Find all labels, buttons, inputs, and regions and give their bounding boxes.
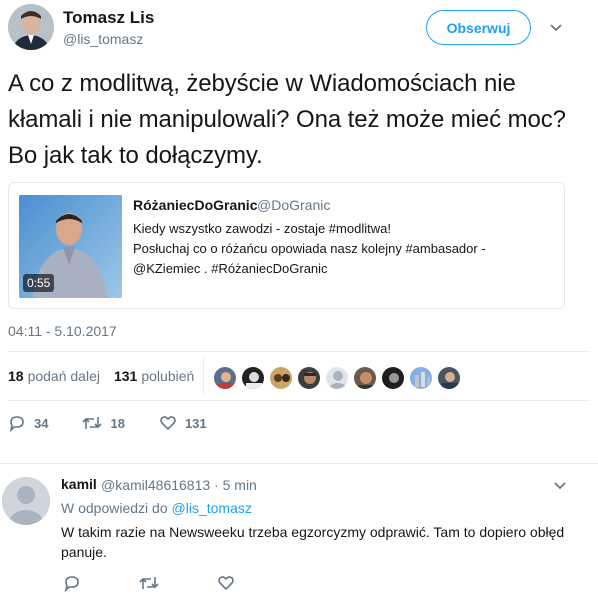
- quoted-tweet-text: Kiedy wszystko zawodzi - zostaje #modlit…: [133, 219, 553, 279]
- divider: [0, 463, 598, 464]
- reply-button[interactable]: 34: [8, 414, 48, 432]
- retweet-icon: [82, 417, 103, 429]
- like-button[interactable]: 131: [159, 414, 207, 432]
- heart-icon: [160, 416, 176, 431]
- reply-text: W takim razie na Newsweeku trzeba egzorc…: [61, 524, 565, 560]
- liker-avatar[interactable]: [269, 366, 293, 390]
- quoted-text-line: Kiedy wszystko zawodzi - zostaje #modlit…: [133, 221, 391, 236]
- reply-icon: [9, 416, 24, 432]
- likes-stat[interactable]: 131 polubień: [114, 368, 194, 384]
- reply-like-button[interactable]: [217, 574, 235, 597]
- video-duration: 0:55: [23, 274, 55, 292]
- heart-icon: [218, 576, 234, 591]
- retweet-count: 18: [110, 415, 125, 431]
- liker-avatar[interactable]: [241, 366, 265, 390]
- reply-to-link[interactable]: @lis_tomasz: [172, 500, 252, 516]
- reply-reply-button[interactable]: [63, 574, 81, 597]
- tweet-timestamp[interactable]: 04:11 - 5.10.2017: [8, 323, 117, 339]
- liker-avatar[interactable]: [297, 366, 321, 390]
- liker-avatar[interactable]: [381, 366, 405, 390]
- liker-avatar[interactable]: [213, 366, 237, 390]
- reply-icon: [64, 576, 79, 593]
- divider: [8, 400, 590, 401]
- reply-author-handle[interactable]: @kamil48616813 · 5 min: [101, 477, 257, 493]
- quoted-video-thumbnail[interactable]: 0:55: [19, 195, 122, 298]
- quoted-text-line: @KZiemiec . #RóżaniecDoGranic: [133, 261, 328, 276]
- divider: [8, 351, 590, 352]
- likers-avatars: [213, 366, 461, 390]
- retweets-stat[interactable]: 18 podań dalej: [8, 368, 100, 384]
- reply-context: W odpowiedzi do @lis_tomasz: [61, 500, 252, 516]
- tweet-text: A co z modlitwą, żebyście w Wiadomościac…: [8, 70, 566, 169]
- quoted-author-name[interactable]: RóżaniecDoGranic: [133, 197, 257, 213]
- liker-avatar[interactable]: [437, 366, 461, 390]
- quoted-tweet-card[interactable]: 0:55 RóżaniecDoGranic @DoGranic Kiedy ws…: [8, 182, 565, 309]
- reply-retweet-button[interactable]: [139, 574, 159, 597]
- liker-avatar[interactable]: [325, 366, 349, 390]
- quoted-text-line: Posłuchaj co o różańcu opowiada nasz kol…: [133, 241, 486, 256]
- liker-avatar[interactable]: [353, 366, 377, 390]
- liker-avatar[interactable]: [409, 366, 433, 390]
- retweet-icon: [139, 577, 159, 589]
- retweet-button[interactable]: 18: [82, 414, 125, 432]
- like-count: 131: [184, 415, 207, 431]
- reply-actions: [63, 574, 293, 597]
- reply-author-name[interactable]: kamil: [61, 476, 97, 492]
- quoted-author-handle[interactable]: @DoGranic: [257, 197, 330, 213]
- follow-button[interactable]: Obserwuj: [426, 10, 531, 45]
- caret-down-icon[interactable]: [553, 479, 567, 498]
- author-handle[interactable]: @lis_tomasz: [63, 31, 143, 47]
- author-name[interactable]: Tomasz Lis: [63, 8, 154, 28]
- author-avatar[interactable]: [8, 4, 54, 50]
- caret-down-icon[interactable]: [549, 21, 563, 35]
- reply-author-avatar[interactable]: [2, 477, 50, 525]
- reply-count: 34: [34, 415, 49, 431]
- tweet-actions: 34 18 131: [8, 414, 241, 432]
- stats-separator: [203, 358, 204, 396]
- engagement-stats: 18 podań dalej 131 polubień: [8, 368, 194, 384]
